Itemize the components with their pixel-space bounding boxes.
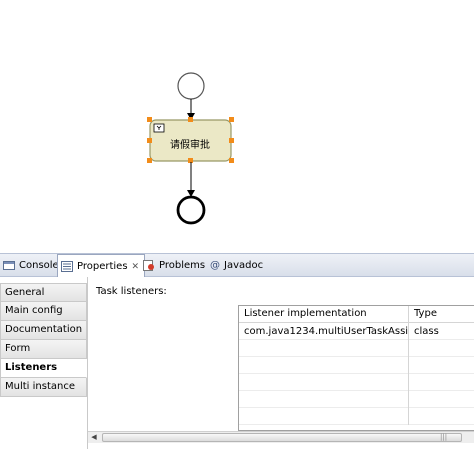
console-icon [3,260,15,271]
horizontal-scrollbar[interactable]: ◀ ||| [88,431,474,443]
table-cell [239,391,409,408]
table-cell [409,408,474,425]
properties-panel: General Main config Documentation Form L… [0,277,474,449]
task-listeners-label: Task listeners: [96,286,167,297]
sidebar-item-documentation[interactable]: Documentation [0,321,87,340]
user-task-label: 请假审批 [170,140,210,151]
selection-handle[interactable] [229,158,234,163]
tab-problems-label: Problems [159,260,206,271]
table-row-empty [239,374,474,391]
table-cell [239,374,409,391]
table-row[interactable]: com.java1234.multiUserTaskAssig... class [239,323,474,340]
diagram-canvas[interactable]: 请假审批 [0,0,474,250]
tab-properties[interactable]: Properties ✕ [57,254,146,278]
scrollbar-thumb[interactable] [102,433,462,442]
selection-handle[interactable] [188,117,193,122]
sidebar-item-main-config[interactable]: Main config [0,302,87,321]
sidebar-item-general[interactable]: General [0,283,87,302]
tab-problems[interactable]: Problems [143,254,205,277]
table-cell [409,374,474,391]
properties-sidebar: General Main config Documentation Form L… [0,283,87,397]
sidebar-item-multi-instance[interactable]: Multi instance [0,378,87,397]
start-event[interactable] [177,72,205,100]
sidebar-item-listeners[interactable]: Listeners [0,359,87,378]
table-header: Listener implementation Type [239,306,474,323]
table-cell [239,408,409,425]
table-row-empty [239,408,474,425]
listener-implementation-cell: com.java1234.multiUserTaskAssig... [239,323,409,340]
task-listeners-table[interactable]: Listener implementation Type com.java123… [238,305,474,431]
listener-type-cell: class [409,323,474,340]
selection-handle[interactable] [147,158,152,163]
tab-properties-label: Properties [77,261,128,272]
scroll-left-arrow-icon[interactable]: ◀ [88,432,100,443]
tab-javadoc-label: Javadoc [224,260,264,271]
column-header-listener-implementation[interactable]: Listener implementation [239,306,409,323]
views-tab-bar: Console Properties ✕ Problems @ Javadoc [0,253,474,278]
table-row-empty [239,391,474,408]
table-cell [409,391,474,408]
javadoc-icon: @ [210,260,220,271]
selection-handle[interactable] [229,117,234,122]
selection-handle[interactable] [147,117,152,122]
table-row-empty [239,357,474,374]
table-cell [409,340,474,357]
scrollbar-grip-icon: ||| [440,433,448,441]
listeners-content: Task listeners: Listener implementation … [87,277,474,449]
problems-icon [143,260,155,271]
table-cell [239,357,409,374]
process-diagram [147,72,234,225]
close-icon[interactable]: ✕ [132,262,140,272]
sidebar-item-form[interactable]: Form [0,340,87,359]
table-cell [239,340,409,357]
tab-console-label: Console [19,260,59,271]
table-row-empty [239,340,474,357]
table-cell [409,357,474,374]
end-event[interactable] [176,195,206,225]
tab-console[interactable]: Console [3,254,59,277]
column-header-type[interactable]: Type [409,306,474,323]
properties-icon [61,261,73,272]
tab-javadoc[interactable]: @ Javadoc [210,254,263,277]
